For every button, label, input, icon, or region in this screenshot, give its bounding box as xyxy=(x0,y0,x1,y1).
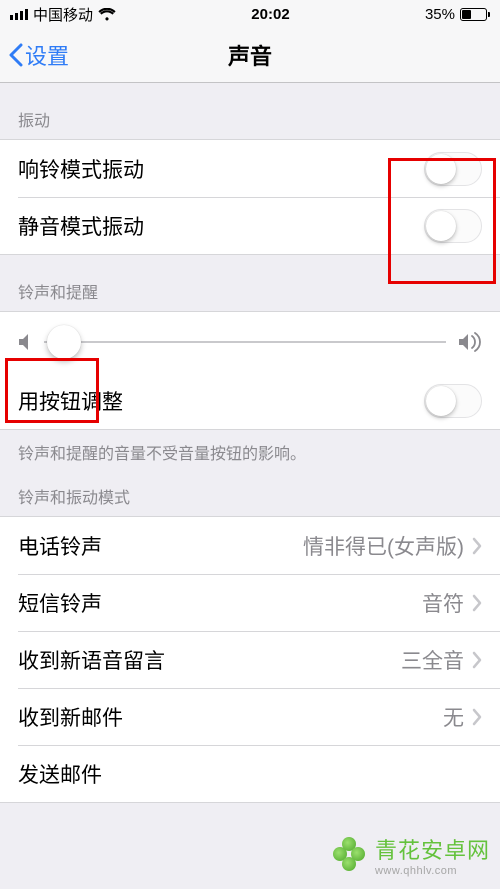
row-button-adjust[interactable]: 用按钮调整 xyxy=(0,372,500,429)
row-label: 收到新邮件 xyxy=(18,702,123,732)
watermark-brand: 青花安卓网 xyxy=(375,838,490,863)
row-label: 电话铃声 xyxy=(18,531,102,561)
volume-low-icon xyxy=(18,333,32,351)
status-right: 35% xyxy=(425,6,490,23)
slider-thumb[interactable] xyxy=(47,325,81,359)
row-vibrate-ring[interactable]: 响铃模式振动 xyxy=(0,140,500,197)
row-label: 短信铃声 xyxy=(18,588,102,618)
row-sent-mail[interactable]: 发送邮件 xyxy=(0,745,500,802)
status-bar: 中国移动 20:02 35% xyxy=(0,0,500,28)
row-value: 无 xyxy=(443,702,464,732)
battery-percent: 35% xyxy=(425,6,455,23)
row-value: 音符 xyxy=(422,588,464,618)
row-label: 静音模式振动 xyxy=(18,211,144,241)
section-header-vibrate: 振动 xyxy=(0,83,500,139)
watermark-url: www.qhhlv.com xyxy=(375,865,490,877)
back-label: 设置 xyxy=(25,39,69,71)
signal-bars-icon xyxy=(10,9,28,20)
chevron-right-icon xyxy=(472,708,482,726)
watermark-logo-icon xyxy=(331,837,367,873)
watermark: 青花安卓网 www.qhhlv.com xyxy=(331,833,490,877)
group-patterns: 电话铃声 情非得已(女声版) 短信铃声 音符 收到新语音留言 三全音 收到新邮件 xyxy=(0,516,500,803)
row-label: 响铃模式振动 xyxy=(18,154,144,184)
wifi-icon xyxy=(98,8,116,21)
group-vibrate: 响铃模式振动 静音模式振动 xyxy=(0,139,500,255)
page-title: 声音 xyxy=(0,39,500,71)
row-new-mail[interactable]: 收到新邮件 无 xyxy=(0,688,500,745)
section-header-ringtone-alert: 铃声和提醒 xyxy=(0,255,500,311)
footer-note-button-adjust: 铃声和提醒的音量不受音量按钮的影响。 xyxy=(0,430,500,470)
row-label: 发送邮件 xyxy=(18,759,102,789)
row-value: 情非得已(女声版) xyxy=(303,531,464,561)
row-text-tone[interactable]: 短信铃声 音符 xyxy=(0,574,500,631)
row-label: 用按钮调整 xyxy=(18,386,123,416)
toggle-vibrate-silent[interactable] xyxy=(424,209,482,243)
row-vibrate-silent[interactable]: 静音模式振动 xyxy=(0,197,500,254)
status-left: 中国移动 xyxy=(10,4,116,25)
carrier-label: 中国移动 xyxy=(33,4,93,25)
group-volume: 用按钮调整 xyxy=(0,311,500,430)
chevron-right-icon xyxy=(472,594,482,612)
chevron-right-icon xyxy=(472,537,482,555)
row-value: 三全音 xyxy=(401,645,464,675)
chevron-left-icon xyxy=(8,43,23,67)
toggle-button-adjust[interactable] xyxy=(424,384,482,418)
row-ringtone[interactable]: 电话铃声 情非得已(女声版) xyxy=(0,517,500,574)
row-voicemail[interactable]: 收到新语音留言 三全音 xyxy=(0,631,500,688)
row-volume-slider[interactable] xyxy=(0,312,500,372)
section-header-patterns: 铃声和振动模式 xyxy=(0,470,500,516)
volume-slider[interactable] xyxy=(44,341,446,343)
nav-bar: 设置 声音 xyxy=(0,28,500,83)
chevron-right-icon xyxy=(472,651,482,669)
toggle-vibrate-ring[interactable] xyxy=(424,152,482,186)
status-time: 20:02 xyxy=(251,6,289,23)
volume-high-icon xyxy=(458,332,482,352)
back-button[interactable]: 设置 xyxy=(8,39,69,71)
battery-icon xyxy=(460,8,490,21)
row-label: 收到新语音留言 xyxy=(18,645,165,675)
